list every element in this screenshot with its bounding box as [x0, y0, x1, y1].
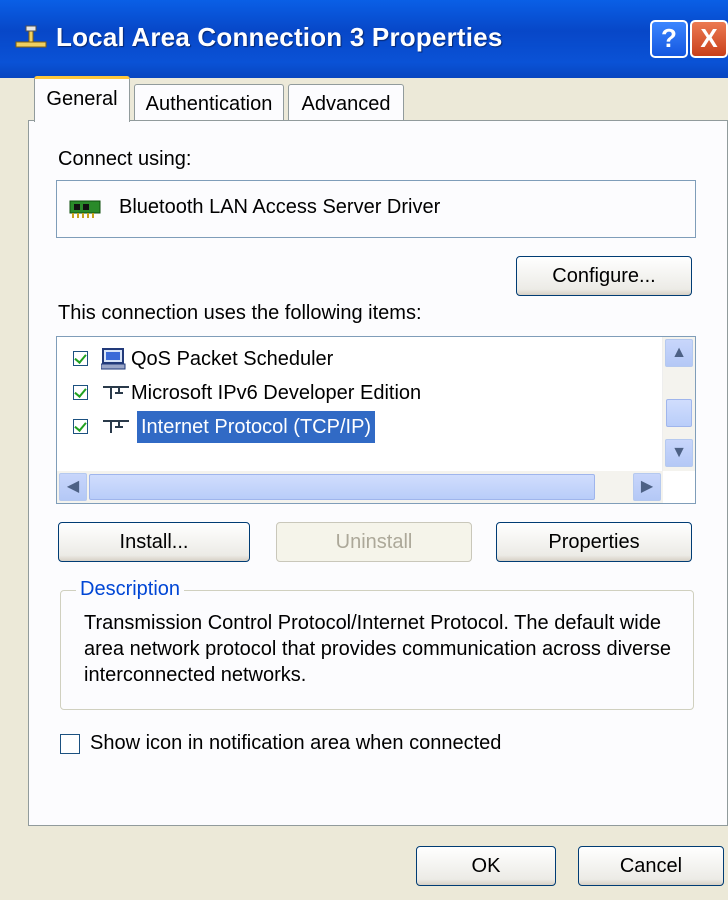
list-item-selected[interactable]: Internet Protocol (TCP/IP): [57, 411, 657, 443]
network-connection-icon: [15, 25, 47, 48]
list-item[interactable]: QoS Packet Scheduler: [57, 343, 657, 375]
vertical-scrollbar[interactable]: ▲ ▼: [662, 337, 695, 471]
ok-button[interactable]: OK: [416, 846, 556, 886]
adapter-name: Bluetooth LAN Access Server Driver: [119, 196, 441, 218]
connect-using-label: Connect using:: [58, 148, 192, 170]
cancel-button[interactable]: Cancel: [578, 846, 724, 886]
scroll-up-icon[interactable]: ▲: [665, 339, 693, 367]
install-button[interactable]: Install...: [58, 522, 250, 562]
item-label: Microsoft IPv6 Developer Edition: [131, 382, 422, 404]
item-label: QoS Packet Scheduler: [131, 348, 334, 370]
help-button[interactable]: ?: [650, 20, 688, 58]
list-item[interactable]: Microsoft IPv6 Developer Edition: [57, 377, 657, 409]
tab-authentication[interactable]: Authentication: [134, 84, 284, 124]
items-label: This connection uses the following items…: [58, 302, 422, 324]
scroll-down-icon[interactable]: ▼: [665, 439, 693, 467]
description-title: Description: [76, 578, 185, 601]
tab-advanced[interactable]: Advanced: [288, 84, 404, 124]
item-checkbox[interactable]: [73, 385, 88, 400]
components-list[interactable]: QoS Packet Scheduler Microsoft IPv6 Deve…: [56, 336, 696, 504]
title-bar[interactable]: Local Area Connection 3 Properties ? X: [0, 0, 728, 78]
horizontal-scroll-thumb[interactable]: [89, 474, 595, 500]
vertical-scroll-thumb[interactable]: [666, 399, 692, 427]
horizontal-scrollbar[interactable]: ◀ ▶: [57, 471, 663, 503]
scroll-left-icon[interactable]: ◀: [59, 473, 87, 501]
tab-general[interactable]: General: [34, 76, 130, 122]
scheduler-icon: [101, 348, 126, 370]
protocol-icon: [103, 386, 129, 399]
properties-button[interactable]: Properties: [496, 522, 692, 562]
uninstall-button[interactable]: Uninstall: [276, 522, 472, 562]
protocol-icon: [103, 420, 129, 433]
show-icon-label[interactable]: Show icon in notification area when conn…: [90, 732, 501, 755]
show-icon-checkbox[interactable]: [60, 734, 80, 754]
item-label: Internet Protocol (TCP/IP): [137, 411, 376, 443]
description-text: Transmission Control Protocol/Internet P…: [84, 612, 671, 686]
item-checkbox[interactable]: [73, 351, 88, 366]
configure-button[interactable]: Configure...: [516, 256, 692, 296]
item-checkbox[interactable]: [73, 419, 88, 434]
close-button[interactable]: X: [690, 20, 728, 58]
scroll-right-icon[interactable]: ▶: [633, 473, 661, 501]
adapter-box: Bluetooth LAN Access Server Driver: [56, 180, 696, 238]
window-title: Local Area Connection 3 Properties: [56, 22, 503, 52]
network-adapter-icon: [69, 200, 101, 218]
